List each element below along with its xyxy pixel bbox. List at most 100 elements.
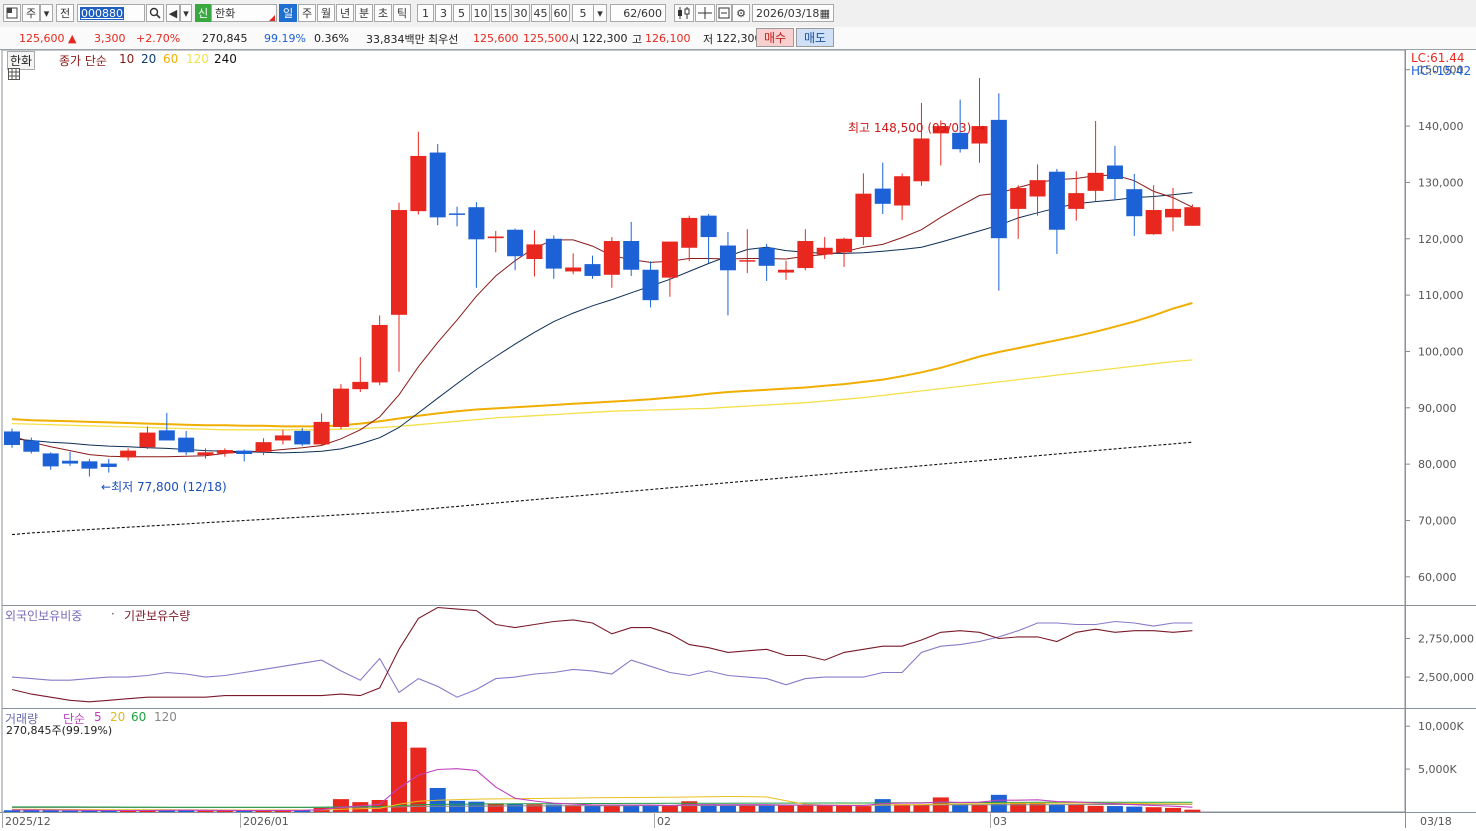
sound-dropdown-icon[interactable]: ▾	[180, 4, 192, 22]
volume-ma60-legend: 60	[131, 710, 147, 724]
volume-bar-57	[1106, 806, 1123, 812]
period-tab-2[interactable]: 월	[317, 4, 335, 22]
ma20-line	[11, 192, 1193, 454]
volume-bar-1	[23, 810, 40, 812]
volume-bar-17	[332, 799, 349, 812]
candle-body-7	[139, 432, 156, 448]
arrow-right-icon: →	[975, 121, 986, 135]
search-icon[interactable]	[146, 4, 164, 22]
volume-tick-label-0: 10,000K	[1418, 720, 1464, 733]
period-tab-0[interactable]: 일	[279, 4, 297, 22]
volume-bar-47	[913, 804, 930, 812]
x-axis-label-3: 03	[993, 815, 1007, 828]
candle-body-20	[391, 210, 407, 315]
chart-area[interactable]: 150,000 140,000 130,000 120,000 110,000 100,0…	[0, 49, 1476, 828]
grid-toggle-icon[interactable]	[8, 68, 20, 83]
candle-body-44	[855, 193, 872, 238]
gear-icon[interactable]: ⚙	[732, 4, 750, 22]
candle-body-56	[1087, 172, 1104, 191]
period-tab-6[interactable]: 틱	[393, 4, 411, 22]
calendar-icon[interactable]: ▦	[820, 7, 830, 20]
candle-body-46	[894, 176, 911, 206]
volume-bar-56	[1087, 805, 1104, 812]
minute-tab-30[interactable]: 30	[511, 4, 530, 22]
x-axis-label-1: 2026/01	[243, 815, 289, 828]
candle-type-icon[interactable]	[674, 4, 694, 22]
minute-tab-60[interactable]: 60	[551, 4, 570, 22]
minute-tab-1[interactable]: 1	[417, 4, 434, 22]
quote-bar: 125,600 ▲ 3,300 +2.70% 270,845 99.19% 0.…	[0, 27, 1476, 50]
candle-body-53	[1029, 180, 1046, 197]
stock-name-field[interactable]: 한화	[211, 4, 277, 22]
volume-bar-60	[1165, 807, 1181, 812]
price-tick-label-7: 80,000	[1418, 458, 1457, 471]
candle-body-55	[1068, 193, 1085, 209]
legend-ma20: 20	[141, 52, 157, 66]
period-tab-3[interactable]: 년	[336, 4, 354, 22]
volume-bar-61	[1184, 809, 1201, 812]
candle-body-24	[468, 207, 485, 240]
prev-button[interactable]: 전	[56, 4, 74, 22]
minute-tab-15[interactable]: 15	[491, 4, 510, 22]
volume-bar-32	[623, 805, 640, 812]
legend-ma60: 60	[163, 52, 179, 66]
volume-ma120-legend: 120	[154, 710, 177, 724]
holding-tick-label-0: 2,750,000	[1418, 632, 1474, 645]
best-ask: 125,600	[473, 32, 519, 45]
volume-bar-43	[836, 805, 853, 812]
volume-bar-54	[1048, 804, 1065, 812]
count-input[interactable]: 5	[572, 4, 594, 22]
period-tab-5[interactable]: 초	[374, 4, 392, 22]
foreign-ratio-line	[11, 620, 1193, 698]
ma10-line	[11, 174, 1193, 458]
volume-bar-10	[197, 810, 214, 812]
volume-bar-30	[584, 805, 601, 812]
legend-separator: ·	[111, 607, 115, 621]
count-dropdown-icon[interactable]: ▾	[593, 4, 607, 22]
candle-body-28	[545, 238, 562, 269]
buy-button[interactable]: 매수	[756, 28, 794, 47]
volume-current: 270,845주(99.19%)	[6, 724, 113, 737]
legend-ma240: 240	[214, 52, 237, 66]
window-layout-icon[interactable]	[3, 4, 21, 22]
ma60-line	[11, 302, 1193, 428]
candle-body-43	[836, 238, 853, 253]
volume-ratio: 99.19%	[264, 32, 306, 45]
candle-body-39	[758, 247, 775, 266]
candle-body-58	[1126, 189, 1143, 217]
price-tick-label-2: 130,000	[1418, 176, 1464, 189]
period-unit-dropdown-icon[interactable]: ▾	[40, 4, 53, 22]
sell-button[interactable]: 매도	[796, 28, 834, 47]
volume-bar-3	[62, 810, 79, 812]
price-chart[interactable]: 150,000140,000130,000120,000110,000100,0…	[0, 49, 1476, 828]
sound-icon[interactable]: ◀	[166, 4, 180, 22]
date-input[interactable]: 2026/03/18 ▦	[752, 4, 834, 22]
period-tab-1[interactable]: 주	[298, 4, 316, 22]
volume-bar-0	[4, 810, 20, 812]
minute-tab-10[interactable]: 10	[471, 4, 490, 22]
candle-body-35	[681, 217, 698, 248]
ma120-line	[11, 359, 1193, 431]
candle-body-23	[449, 213, 466, 215]
minute-tab-3[interactable]: 3	[435, 4, 452, 22]
current-price: 125,600 ▲	[19, 32, 77, 45]
volume-tick-label-1: 5,000K	[1418, 763, 1457, 776]
period-tab-4[interactable]: 분	[355, 4, 373, 22]
minute-tab-45[interactable]: 45	[531, 4, 550, 22]
open-label: 시	[569, 32, 580, 46]
candle-body-45	[874, 188, 891, 204]
candle-body-19	[371, 324, 388, 383]
bar-count-field[interactable]: 62/600	[610, 4, 666, 22]
stock-code-input[interactable]: 000880	[77, 4, 145, 22]
candle-body-1	[23, 440, 40, 452]
minute-tab-5[interactable]: 5	[453, 4, 470, 22]
x-axis-label-0: 2025/12	[5, 815, 51, 828]
x-axis-current-date: 03/18	[1420, 815, 1452, 828]
volume-bar-50	[971, 804, 988, 812]
zoom-icon[interactable]	[716, 4, 732, 22]
legend-ma120: 120	[186, 52, 209, 66]
period-unit-select[interactable]: 주	[22, 4, 40, 22]
candle-body-15	[294, 430, 311, 445]
candle-body-14	[274, 435, 291, 441]
crosshair-icon[interactable]	[695, 4, 715, 22]
